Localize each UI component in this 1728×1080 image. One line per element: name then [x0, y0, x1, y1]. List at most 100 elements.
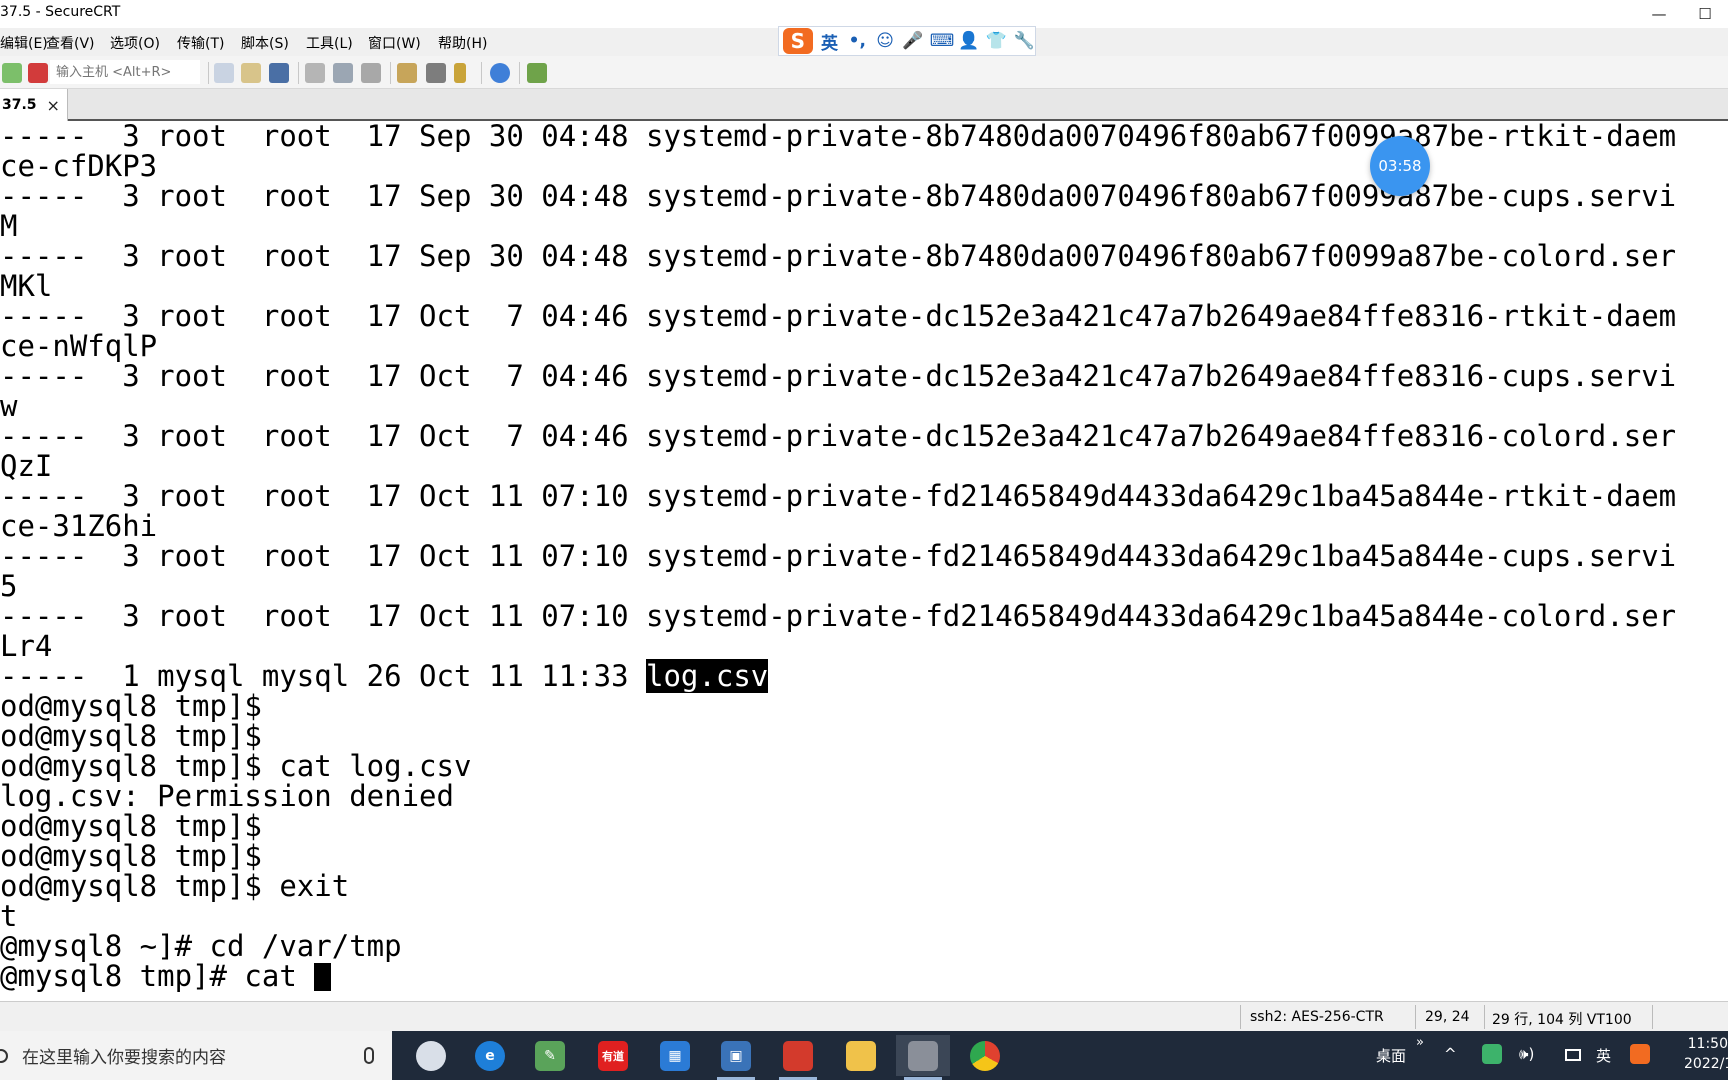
taskbar-file-explorer[interactable]	[834, 1035, 888, 1076]
paste-icon[interactable]	[241, 63, 261, 83]
terminal-line: ce-cfDKP3	[0, 151, 157, 181]
terminal-line: MKl	[0, 271, 52, 301]
disconnect-icon[interactable]	[28, 63, 48, 83]
error-line: log.csv: Permission denied	[0, 781, 454, 811]
app-icon	[783, 1041, 813, 1071]
system-clock[interactable]: 11:50 2022/10	[1684, 1034, 1728, 1074]
terminal-output[interactable]: ----- 3 root root 17 Sep 30 04:48 system…	[0, 121, 1728, 1001]
global-options-icon[interactable]	[426, 63, 446, 83]
terminal-line: M	[0, 211, 17, 241]
menu-help[interactable]: 帮助(H)	[438, 33, 487, 53]
menu-edit[interactable]: 编辑(E)	[0, 33, 48, 53]
prompt-line: t	[0, 901, 17, 931]
terminal-line: ----- 3 root root 17 Sep 30 04:48 system…	[0, 181, 1676, 211]
taskbar-search[interactable]: 在这里输入你要搜索的内容	[0, 1031, 392, 1080]
toolbar-divider	[298, 62, 299, 84]
terminal-line: ----- 3 root root 17 Oct 7 04:46 systemd…	[0, 361, 1676, 391]
terminal-line: ce-nWfqlP	[0, 331, 157, 361]
clock-time: 11:50	[1684, 1034, 1728, 1054]
recording-timer-badge[interactable]: 03:58	[1370, 136, 1430, 196]
session-options-icon[interactable]	[397, 63, 417, 83]
menu-script[interactable]: 脚本(S)	[241, 33, 289, 53]
terminal-line-logfile: ----- 1 mysql mysql 26 Oct 11 11:33 log.…	[0, 661, 768, 691]
chevron-up-icon[interactable]: ^	[1444, 1045, 1457, 1063]
terminal-line: ----- 3 root root 17 Oct 11 07:10 system…	[0, 541, 1676, 571]
user-icon[interactable]: 👤	[958, 31, 980, 51]
prompt-line: od@mysql8 tmp]$	[0, 841, 262, 871]
calculator-icon: ▦	[660, 1041, 690, 1071]
youdao-icon: 有道	[598, 1041, 628, 1071]
taskbar-youdao[interactable]: 有道	[586, 1035, 640, 1076]
status-cursor-position: 29, 24	[1425, 1009, 1470, 1025]
toolbar-divider	[208, 62, 209, 84]
window-controls: — ☐	[1636, 0, 1728, 28]
prompt-line: od@mysql8 tmp]$	[0, 691, 262, 721]
terminal-line: Lr4	[0, 631, 52, 661]
desktop-toolbar-label[interactable]: 桌面	[1376, 1045, 1406, 1066]
volume-icon[interactable]: 🕪)	[1519, 1045, 1534, 1063]
prompt-line: @mysql8 ~]# cd /var/tmp	[0, 931, 402, 961]
find-icon[interactable]	[269, 63, 289, 83]
punctuation-icon[interactable]: •,	[846, 31, 868, 51]
taskbar-app-1[interactable]	[404, 1035, 458, 1076]
toolbar-divider	[390, 62, 391, 84]
ime-language-toggle[interactable]: 英	[819, 29, 841, 54]
maximize-button[interactable]: ☐	[1682, 0, 1728, 28]
menu-options[interactable]: 选项(O)	[110, 33, 160, 53]
app-icon	[416, 1041, 446, 1071]
ime-toolbar: S 英 •, ☺ 🎤 ⌨ 👤 👕 🔧	[778, 26, 1036, 56]
soft-keyboard-icon[interactable]: ⌨	[930, 31, 952, 51]
skin-icon[interactable]: 👕	[986, 31, 1008, 51]
key-icon[interactable]	[454, 63, 466, 83]
prompt-line: od@mysql8 tmp]$ exit	[0, 871, 349, 901]
sftp-icon[interactable]	[527, 63, 547, 83]
session-tab[interactable]: 37.5 ×	[0, 89, 68, 121]
prompt-line: od@mysql8 tmp]$	[0, 811, 262, 841]
terminal-line: ----- 3 root root 17 Oct 7 04:46 systemd…	[0, 301, 1676, 331]
copy-icon[interactable]	[214, 63, 234, 83]
sogou-logo-icon[interactable]: S	[783, 28, 813, 54]
close-tab-icon[interactable]: ×	[47, 96, 60, 115]
print-icon[interactable]	[361, 63, 381, 83]
search-placeholder: 在这里输入你要搜索的内容	[22, 1043, 226, 1068]
chevron-right-icon[interactable]: »	[1416, 1035, 1424, 1050]
settings-wrench-icon[interactable]: 🔧	[1013, 31, 1035, 51]
edge-icon: e	[475, 1041, 505, 1071]
sogou-tray-icon[interactable]	[1630, 1044, 1650, 1064]
print-selection-icon[interactable]	[333, 63, 353, 83]
ime-indicator[interactable]: 英	[1596, 1045, 1611, 1066]
emoji-icon[interactable]: ☺	[874, 31, 896, 51]
text-cursor	[314, 963, 331, 991]
minimize-button[interactable]: —	[1636, 0, 1682, 28]
menu-transfer[interactable]: 传输(T)	[177, 33, 224, 53]
terminal-line: ----- 3 root root 17 Sep 30 04:48 system…	[0, 241, 1676, 271]
menu-tools[interactable]: 工具(L)	[306, 33, 353, 53]
print-setup-icon[interactable]	[305, 63, 325, 83]
network-icon[interactable]	[1565, 1049, 1581, 1061]
menu-view[interactable]: 查看(V)	[46, 33, 95, 53]
taskbar-securecrt[interactable]	[896, 1035, 950, 1076]
menu-window[interactable]: 窗口(W)	[368, 33, 421, 53]
status-bar: ssh2: AES-256-CTR 29, 24 29 行, 104 列 VT1…	[0, 1001, 1728, 1031]
status-divider	[1652, 1005, 1653, 1029]
prompt-line: od@mysql8 tmp]$	[0, 721, 262, 751]
taskbar-edge[interactable]: e	[463, 1035, 517, 1076]
voice-input-icon[interactable]: 🎤	[902, 31, 924, 51]
wechat-tray-icon[interactable]	[1482, 1044, 1502, 1064]
taskbar-calculator[interactable]: ▦	[648, 1035, 702, 1076]
microphone-icon[interactable]	[364, 1047, 374, 1064]
prompt-line: od@mysql8 tmp]$ cat log.csv	[0, 751, 471, 781]
help-icon[interactable]	[490, 63, 510, 83]
terminal-line: QzI	[0, 451, 52, 481]
search-icon	[0, 1049, 8, 1063]
clock-date: 2022/10	[1684, 1054, 1728, 1074]
current-prompt-line[interactable]: @mysql8 tmp]# cat	[0, 961, 331, 991]
taskbar-chrome[interactable]	[958, 1035, 1012, 1076]
securecrt-window: 37.5 - SecureCRT — ☐ 编辑(E) 查看(V) 选项(O) 传…	[0, 0, 1728, 1080]
taskbar-virtualbox[interactable]: ▣	[709, 1035, 763, 1076]
reconnect-icon[interactable]	[2, 63, 22, 83]
taskbar-notepad[interactable]: ✎	[523, 1035, 577, 1076]
taskbar-app-7[interactable]	[771, 1035, 825, 1076]
terminal-line: ce-31Z6hi	[0, 511, 157, 541]
host-input[interactable]	[50, 60, 200, 84]
